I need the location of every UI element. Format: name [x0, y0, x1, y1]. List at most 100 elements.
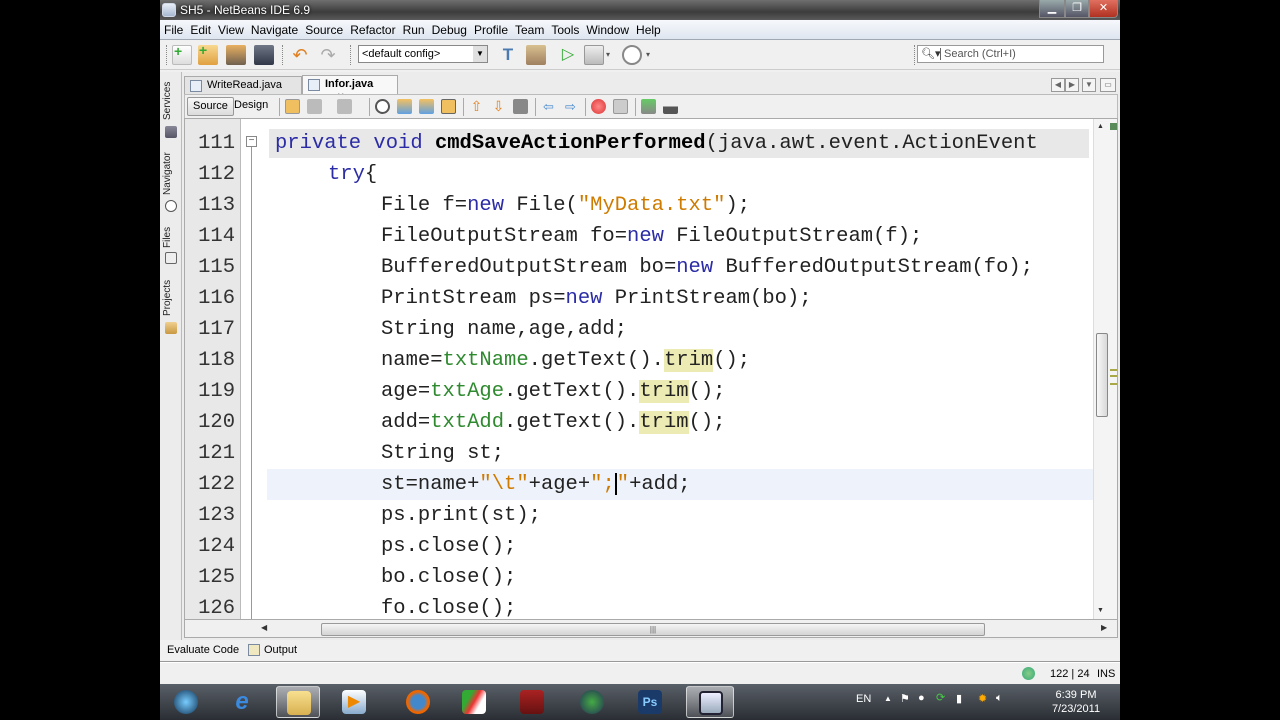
taskbar-media-player[interactable]: ▶	[332, 686, 376, 718]
tray-app-icon[interactable]: ●	[918, 692, 925, 704]
scroll-tabs-right-icon[interactable]: ▶	[1065, 78, 1079, 92]
network-icon[interactable]: ✹	[978, 692, 987, 705]
start-button[interactable]	[164, 686, 208, 718]
taskbar-internet-explorer[interactable]: e	[220, 686, 264, 718]
scroll-right-icon[interactable]: ▶	[1101, 623, 1107, 632]
red-green-app-icon	[462, 690, 486, 714]
tab-writeread-java[interactable]: WriteRead.java ✕	[184, 76, 302, 102]
shift-left-icon[interactable]: ⇦	[541, 99, 556, 114]
volume-icon[interactable]: 🔈︎	[996, 692, 1003, 705]
scroll-up-icon[interactable]: ▲	[1097, 123, 1104, 130]
toolbar-separator	[535, 98, 536, 116]
undo-icon[interactable]: ↶	[290, 45, 310, 65]
horizontal-scroll-thumb[interactable]: |||	[321, 623, 985, 636]
maximize-window-icon[interactable]: ▭	[1100, 78, 1116, 92]
update-notification-icon[interactable]	[1022, 667, 1035, 680]
language-indicator[interactable]: EN	[856, 693, 871, 705]
show-opened-documents-icon[interactable]: ▼	[1082, 78, 1096, 92]
taskbar-book-app[interactable]	[510, 686, 554, 718]
design-view-button[interactable]: Design	[229, 97, 273, 116]
scroll-tabs-left-icon[interactable]: ◀	[1051, 78, 1065, 92]
last-edit-icon[interactable]	[285, 99, 300, 114]
shift-right-icon[interactable]: ⇨	[563, 99, 578, 114]
toggle-bookmark-icon[interactable]	[513, 99, 528, 114]
config-dropdown[interactable]: <default config> ▼	[358, 45, 488, 63]
close-button[interactable]: ✕	[1089, 0, 1118, 18]
occurrence-mark[interactable]	[1110, 369, 1117, 371]
menu-team[interactable]: Team	[511, 20, 547, 37]
profile-dropdown-icon[interactable]: ▾	[646, 45, 654, 65]
new-project-icon[interactable]: +	[198, 42, 218, 65]
find-icon[interactable]	[375, 99, 390, 114]
code-token: PrintStream ps=	[381, 287, 566, 310]
vertical-scroll-thumb[interactable]	[1096, 333, 1108, 417]
clean-build-icon[interactable]	[526, 45, 546, 65]
menu-window[interactable]: Window	[582, 20, 632, 37]
source-view-button[interactable]: Source	[187, 97, 234, 116]
taskbar-app-red-green[interactable]	[452, 686, 496, 718]
open-project-icon[interactable]	[226, 45, 246, 65]
new-file-icon[interactable]: +	[172, 43, 192, 65]
taskbar-photoshop[interactable]: Ps	[628, 686, 672, 718]
back-icon[interactable]	[307, 99, 322, 114]
line-number: 114	[198, 225, 235, 248]
sync-icon[interactable]: ⟳	[936, 691, 945, 704]
fold-collapse-icon[interactable]: −	[246, 136, 257, 147]
build-hammer-icon[interactable]: T	[498, 45, 518, 65]
toggle-highlight-icon[interactable]	[441, 99, 456, 114]
side-tab-files[interactable]: Files	[162, 224, 180, 250]
vertical-scrollbar[interactable]: ▲ ▼	[1093, 119, 1117, 619]
menu-profile[interactable]: Profile	[470, 20, 511, 37]
keyword-token: new	[627, 225, 664, 248]
taskbar-firefox[interactable]	[396, 686, 440, 718]
find-previous-icon[interactable]	[397, 99, 412, 114]
comment-icon[interactable]	[641, 99, 656, 114]
uncomment-icon[interactable]	[663, 99, 678, 114]
system-clock[interactable]: 6:39 PM 7/23/2011	[1048, 688, 1104, 716]
minimize-button[interactable]: ▁	[1039, 0, 1065, 18]
redo-icon[interactable]: ↷	[318, 45, 338, 65]
side-tab-projects[interactable]: Projects	[162, 276, 180, 320]
code-line: 112 try{	[185, 159, 1095, 190]
tab-infor-java[interactable]: Infor.java ✕	[302, 75, 398, 101]
search-input[interactable]: 🔍︎▾ Search (Ctrl+I)	[917, 45, 1104, 63]
menu-help[interactable]: Help	[632, 20, 664, 37]
menu-file[interactable]: File	[160, 20, 186, 37]
stop-macro-icon[interactable]	[613, 99, 628, 114]
code-editor[interactable]: 110 111 private void cmdSaveActionPerform…	[184, 118, 1118, 620]
find-next-icon[interactable]	[419, 99, 434, 114]
scroll-down-icon[interactable]: ▼	[1097, 607, 1104, 614]
output-tab[interactable]: Output	[264, 644, 297, 656]
menu-view[interactable]: View	[214, 20, 247, 37]
profile-icon[interactable]	[622, 45, 642, 65]
taskbar-netbeans[interactable]	[686, 686, 734, 718]
taskbar-globe-app[interactable]	[570, 686, 614, 718]
menu-debug[interactable]: Debug	[428, 20, 470, 37]
start-macro-icon[interactable]	[591, 99, 606, 114]
next-bookmark-icon[interactable]: ⇩	[491, 99, 506, 114]
horizontal-scrollbar[interactable]: ◀ ||| ▶	[184, 620, 1118, 638]
show-hidden-icons[interactable]: ▲	[884, 694, 892, 703]
scroll-left-icon[interactable]: ◀	[261, 623, 267, 632]
action-center-flag-icon[interactable]: ⚑	[900, 692, 910, 705]
forward-icon[interactable]	[337, 99, 352, 114]
menu-navigate[interactable]: Navigate	[247, 20, 301, 37]
menu-source[interactable]: Source	[301, 20, 346, 37]
menu-refactor[interactable]: Refactor	[346, 20, 398, 37]
occurrence-mark[interactable]	[1110, 383, 1117, 385]
menu-tools[interactable]: Tools	[547, 20, 582, 37]
occurrence-mark[interactable]	[1110, 375, 1117, 377]
debug-icon[interactable]	[584, 45, 604, 65]
power-icon[interactable]: ▮	[956, 692, 962, 705]
run-icon[interactable]: ▷	[558, 45, 578, 65]
side-tab-navigator[interactable]: Navigator	[162, 148, 180, 200]
evaluate-code-tab[interactable]: Evaluate Code	[167, 644, 239, 656]
side-tab-services[interactable]: Services	[162, 78, 180, 124]
menu-run[interactable]: Run	[399, 20, 428, 37]
maximize-button[interactable]: ❐	[1065, 0, 1089, 18]
save-all-icon[interactable]	[254, 45, 274, 65]
taskbar-windows-explorer[interactable]	[276, 686, 320, 718]
menu-edit[interactable]: Edit	[186, 20, 214, 37]
previous-bookmark-icon[interactable]: ⇧	[469, 99, 484, 114]
debug-dropdown-icon[interactable]: ▾	[606, 45, 614, 65]
